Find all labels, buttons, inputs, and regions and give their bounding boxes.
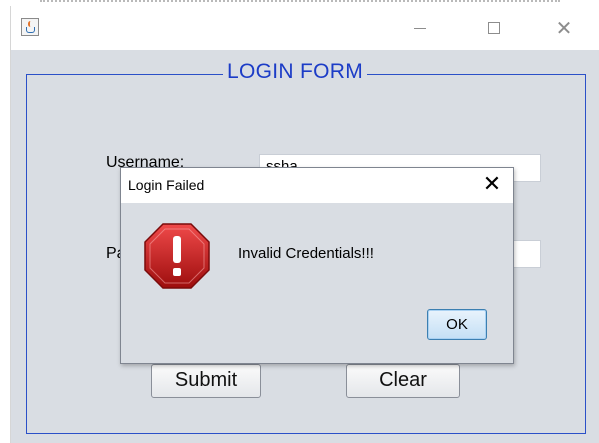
dialog-message: Invalid Credentials!!! xyxy=(238,245,374,262)
submit-button[interactable]: Submit xyxy=(151,364,261,398)
minimize-icon xyxy=(414,27,426,29)
dialog-title: Login Failed xyxy=(128,177,205,193)
minimize-button[interactable] xyxy=(397,6,443,50)
dialog-close-icon: ✕ xyxy=(482,172,502,197)
java-app-icon xyxy=(21,18,39,36)
stray-marks xyxy=(40,0,560,3)
close-icon: ✕ xyxy=(555,16,573,40)
ok-button[interactable]: OK xyxy=(427,309,487,340)
window-close-button[interactable]: ✕ xyxy=(541,6,587,50)
clear-button[interactable]: Clear xyxy=(346,364,460,398)
maximize-button[interactable] xyxy=(471,6,517,50)
error-icon xyxy=(144,223,210,289)
maximize-icon xyxy=(488,22,500,34)
dialog-title-bar[interactable]: Login Failed ✕ xyxy=(121,168,513,203)
java-cup-shape xyxy=(26,27,35,33)
form-legend: LOGIN FORM xyxy=(223,60,368,84)
window-title-bar[interactable]: ✕ xyxy=(11,6,599,50)
login-failed-dialog: Login Failed ✕ Invalid Credentials!!! OK xyxy=(120,167,514,364)
dialog-close-button[interactable]: ✕ xyxy=(475,170,509,200)
